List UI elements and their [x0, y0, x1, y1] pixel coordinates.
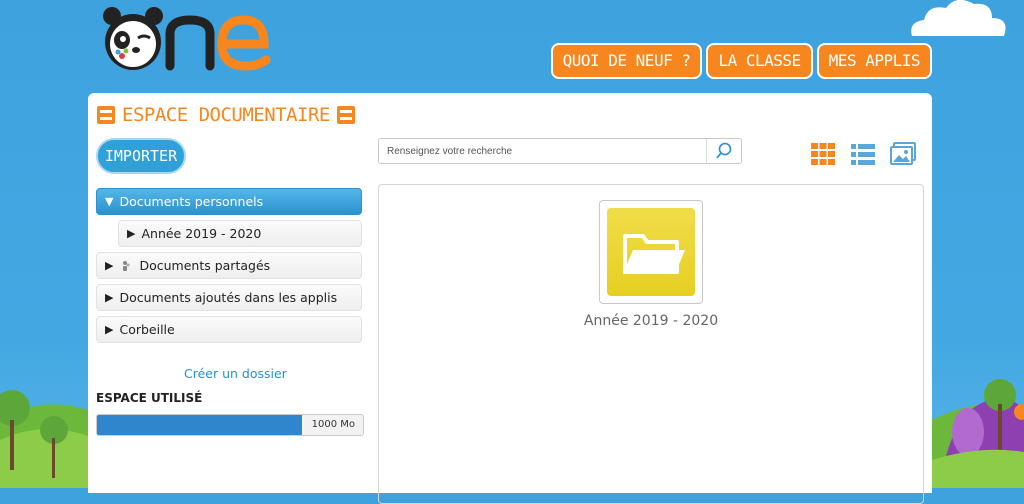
one-logo[interactable] — [98, 4, 278, 74]
folder-tree: ▼ Documents personnels ▶ Année 2019 - 20… — [96, 188, 362, 348]
expand-toggle-icon[interactable]: ▶ — [105, 323, 113, 336]
page-title-bar: ESPACE DOCUMENTAIRE — [96, 101, 356, 129]
shared-icon — [123, 260, 130, 271]
search-button[interactable] — [706, 139, 741, 163]
tree-item-label: Corbeille — [119, 322, 175, 337]
storage-quota-bar: 1000 Mo — [96, 414, 364, 436]
search-input[interactable] — [379, 139, 706, 163]
folder-name[interactable]: Année 2019 - 2020 — [559, 313, 743, 329]
page-title: ESPACE DOCUMENTAIRE — [122, 104, 330, 126]
documents-content-area: Année 2019 - 2020 — [378, 184, 924, 504]
expand-toggle-icon[interactable]: ▼ — [105, 195, 113, 208]
folder-thumbnail — [607, 208, 695, 296]
top-navigation: QUOI DE NEUF ? LA CLASSE MES APPLIS — [550, 43, 932, 79]
folder-icon — [623, 234, 685, 274]
import-button[interactable]: IMPORTER — [96, 138, 186, 174]
tree-item-annee-2019-2020[interactable]: ▶ Année 2019 - 2020 — [118, 220, 362, 247]
cabinet-icon — [336, 106, 355, 124]
tree-item-corbeille[interactable]: ▶ Corbeille — [96, 316, 362, 343]
cabinet-icon — [97, 106, 115, 124]
tree-item-label: Documents personnels — [119, 194, 264, 209]
list-view-icon[interactable] — [850, 142, 876, 166]
nav-quoi-de-neuf-button[interactable]: QUOI DE NEUF ? — [550, 43, 703, 79]
tree-item-documents-applis[interactable]: ▶ Documents ajoutés dans les applis — [96, 284, 362, 311]
panda-logo-icon — [103, 7, 271, 71]
storage-total-text: 1000 Mo — [311, 419, 355, 430]
nav-mes-applis-button[interactable]: MES APPLIS — [816, 43, 932, 79]
expand-toggle-icon[interactable]: ▶ — [105, 259, 113, 272]
storage-label: ESPACE UTILISÉ — [96, 391, 203, 405]
search-box — [378, 138, 742, 164]
image-view-icon[interactable] — [890, 142, 916, 166]
grid-view-icon[interactable] — [810, 142, 836, 166]
tree-item-label: Année 2019 - 2020 — [141, 226, 262, 241]
folder-tile[interactable] — [599, 200, 703, 304]
expand-toggle-icon[interactable]: ▶ — [105, 291, 113, 304]
search-icon — [716, 142, 732, 159]
tree-item-label: Documents ajoutés dans les applis — [119, 290, 338, 305]
storage-used-fill — [97, 415, 302, 435]
create-folder-link[interactable]: Créer un dossier — [184, 366, 287, 381]
view-mode-switch — [810, 142, 916, 166]
nav-la-classe-button[interactable]: LA CLASSE — [706, 43, 813, 79]
tree-item-documents-personnels[interactable]: ▼ Documents personnels — [96, 188, 362, 215]
documents-panel: ESPACE DOCUMENTAIRE IMPORTER ▼ Documents… — [88, 93, 932, 504]
tree-item-label: Documents partagés — [139, 258, 271, 273]
tree-item-documents-partages[interactable]: ▶ Documents partagés — [96, 252, 362, 279]
expand-toggle-icon[interactable]: ▶ — [127, 227, 135, 240]
